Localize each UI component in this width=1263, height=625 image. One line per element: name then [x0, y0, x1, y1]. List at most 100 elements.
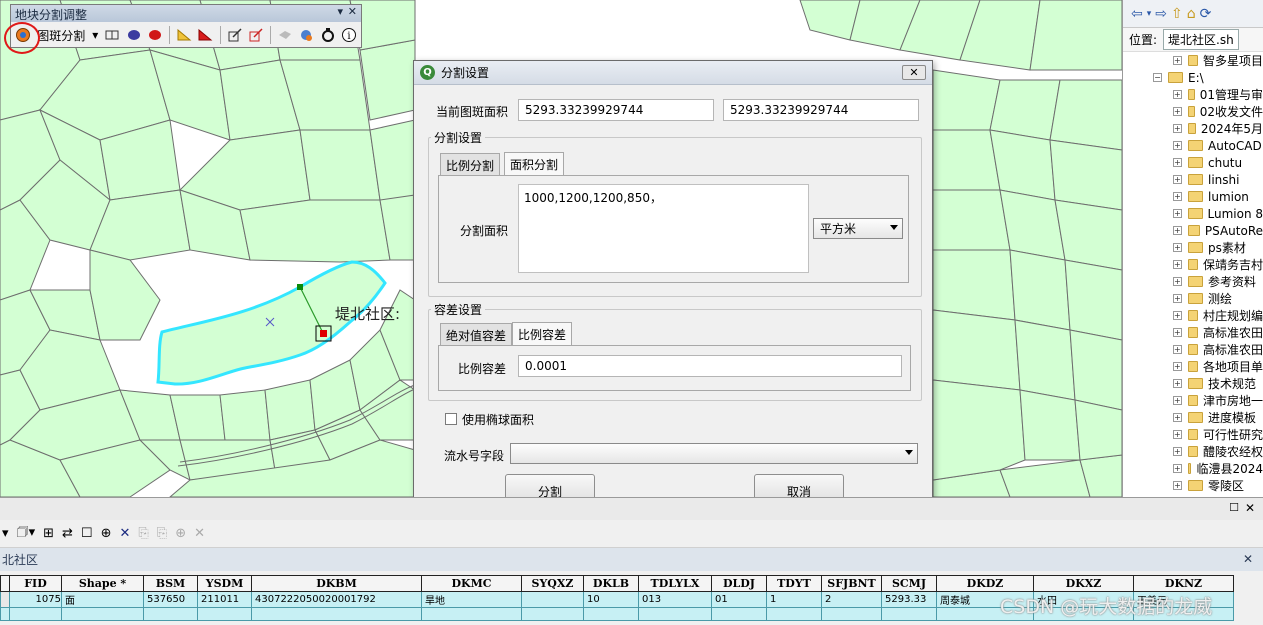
table-cell[interactable]: 5293.33 — [881, 591, 937, 608]
expand-icon[interactable]: + — [1173, 328, 1182, 337]
clear-selection-icon[interactable]: ☐ — [81, 526, 93, 541]
related-tables-icon[interactable]: 🗇▾ — [17, 523, 36, 545]
column-header[interactable]: DKDZ — [936, 575, 1034, 592]
tab-absolute-tolerance[interactable]: 绝对值容差 — [440, 323, 513, 345]
dropdown-icon[interactable]: ▾ — [1147, 9, 1152, 19]
merge-icon[interactable] — [103, 25, 121, 45]
table-cell[interactable]: 1075 — [9, 591, 62, 608]
delete-selected-icon[interactable]: ✕ — [119, 526, 130, 541]
column-header[interactable]: FID — [9, 575, 62, 592]
restore-icon[interactable]: ☐ — [1229, 501, 1239, 514]
tree-item[interactable]: − E:\ — [1123, 69, 1263, 86]
collapse-icon[interactable]: − — [1153, 73, 1162, 82]
column-header[interactable]: DKBM — [251, 575, 422, 592]
expand-icon[interactable]: + — [1173, 243, 1182, 252]
column-header[interactable]: SFJBNT — [821, 575, 882, 592]
serial-field-select[interactable] — [510, 443, 918, 464]
tree-item[interactable]: + 进度模板 — [1123, 409, 1263, 426]
globe-tool-icon[interactable] — [297, 25, 315, 45]
toolbar-menu-icon[interactable]: ▾ — [337, 5, 343, 18]
unit-select[interactable]: 平方米 — [813, 218, 903, 239]
tree-item[interactable]: + AutoCAD — [1123, 137, 1263, 154]
tree-item[interactable]: + 高标准农田 — [1123, 341, 1263, 358]
table-cell[interactable]: 01 — [711, 591, 767, 608]
blob-blue-icon[interactable] — [125, 25, 143, 45]
expand-icon[interactable]: + — [1173, 379, 1182, 388]
expand-icon[interactable]: + — [1173, 413, 1182, 422]
expand-icon[interactable]: + — [1173, 362, 1182, 371]
tree-item[interactable]: + 智多星项目 — [1123, 52, 1263, 69]
tree-item[interactable]: + PSAutoRe — [1123, 222, 1263, 239]
column-header[interactable]: DKMC — [421, 575, 522, 592]
column-header[interactable]: BSM — [143, 575, 198, 592]
tree-item[interactable]: + 测绘 — [1123, 290, 1263, 307]
expand-icon[interactable]: + — [1173, 124, 1182, 133]
current-area-field-1[interactable]: 5293.33239929744 — [518, 99, 714, 121]
tree-item[interactable]: + 各地项目单 — [1123, 358, 1263, 375]
triangle-yellow-icon[interactable] — [175, 25, 193, 45]
expand-icon[interactable]: + — [1173, 175, 1182, 184]
tab-close-icon[interactable]: ✕ — [1243, 552, 1253, 566]
triangle-red-icon[interactable] — [196, 25, 214, 45]
attribute-window-close-icon[interactable]: ✕ — [1245, 501, 1255, 515]
split-menu-label[interactable]: 图斑分割 — [35, 27, 87, 44]
tree-item[interactable]: + 津市房地一 — [1123, 392, 1263, 409]
table-cell[interactable]: 旱地 — [421, 591, 522, 608]
expand-icon[interactable]: + — [1173, 345, 1182, 354]
expand-icon[interactable]: + — [1173, 90, 1182, 99]
expand-icon[interactable]: + — [1173, 481, 1182, 490]
table-cell[interactable]: 1 — [766, 591, 822, 608]
table-cell[interactable]: 013 — [638, 591, 712, 608]
catalog-panel[interactable]: ⇦ ▾ ⇨ ⇧ ⌂ ⟳ 位置: 堤北社区.sh + 智多星项目 − E:\ +01管理与… — [1122, 0, 1263, 497]
tree-item[interactable]: + lumion — [1123, 188, 1263, 205]
column-header[interactable]: TDYT — [766, 575, 822, 592]
tree-item[interactable]: + 临澧县2024 — [1123, 460, 1263, 477]
tree-item[interactable]: + 零陵区 — [1123, 477, 1263, 494]
column-header[interactable]: SYQXZ — [521, 575, 584, 592]
table-cell[interactable]: 面 — [61, 591, 144, 608]
tree-item[interactable]: +2024年5月 — [1123, 120, 1263, 137]
home-icon[interactable]: ⌂ — [1187, 6, 1196, 22]
split-menu-arrow-icon[interactable]: ▾ — [90, 28, 100, 42]
expand-icon[interactable]: + — [1173, 192, 1182, 201]
table-cell[interactable]: 2 — [821, 591, 882, 608]
expand-icon[interactable]: + — [1173, 226, 1182, 235]
column-header[interactable]: Shape * — [61, 575, 144, 592]
column-header[interactable]: TDLYLX — [638, 575, 712, 592]
toolbar-close-icon[interactable]: ✕ — [348, 5, 357, 18]
tree-item[interactable]: + 保靖务吉村 — [1123, 256, 1263, 273]
split-settings-dialog[interactable]: Q 分割设置 ✕ 当前图斑面积 5293.33239929744 5293.33… — [413, 60, 933, 518]
edit-shape-icon[interactable] — [247, 25, 265, 45]
table-cell[interactable] — [521, 591, 584, 608]
expand-icon[interactable]: + — [1173, 260, 1182, 269]
expand-icon[interactable]: + — [1173, 447, 1182, 456]
ring-tool-icon[interactable] — [318, 25, 336, 45]
expand-icon[interactable]: + — [1173, 107, 1182, 116]
ellipsoid-area-checkbox[interactable] — [445, 413, 457, 425]
row-selector[interactable] — [0, 591, 10, 608]
ratio-tolerance-input[interactable]: 0.0001 — [518, 355, 902, 377]
expand-icon[interactable]: + — [1173, 464, 1182, 473]
tree-item[interactable]: + 参考资料 — [1123, 273, 1263, 290]
table-cell[interactable]: 10 — [583, 591, 639, 608]
column-header[interactable]: DKXZ — [1033, 575, 1134, 592]
expand-icon[interactable]: + — [1173, 294, 1182, 303]
expand-icon[interactable]: + — [1173, 311, 1182, 320]
info-icon[interactable]: i — [340, 25, 358, 45]
current-area-field-2[interactable]: 5293.33239929744 — [723, 99, 919, 121]
tree-item[interactable]: + 技术规范 — [1123, 375, 1263, 392]
tree-item[interactable]: +01管理与审 — [1123, 86, 1263, 103]
tree-item[interactable]: + linshi — [1123, 171, 1263, 188]
column-header[interactable]: DKLB — [583, 575, 639, 592]
toolbar-titlebar[interactable]: 地块分割调整 ▾ ✕ — [11, 5, 361, 22]
zoom-to-selected-icon[interactable]: ⊕ — [101, 526, 112, 541]
catalog-tree[interactable]: + 智多星项目 − E:\ +01管理与审 +02收发文件 +2024年5月 + AutoCAD… — [1123, 52, 1263, 494]
tab-area-split[interactable]: 面积分割 — [504, 152, 565, 175]
split-toolbar-window[interactable]: 地块分割调整 ▾ ✕ 图斑分割 ▾ i — [10, 4, 362, 48]
expand-icon[interactable]: + — [1173, 277, 1182, 286]
table-options-icon[interactable]: ▾ — [2, 526, 9, 541]
tree-item[interactable]: + Lumion 8 — [1123, 205, 1263, 222]
blob-red-icon[interactable] — [146, 25, 164, 45]
select-by-attribute-icon[interactable]: ⊞ — [43, 526, 54, 541]
column-header[interactable]: SCMJ — [881, 575, 937, 592]
